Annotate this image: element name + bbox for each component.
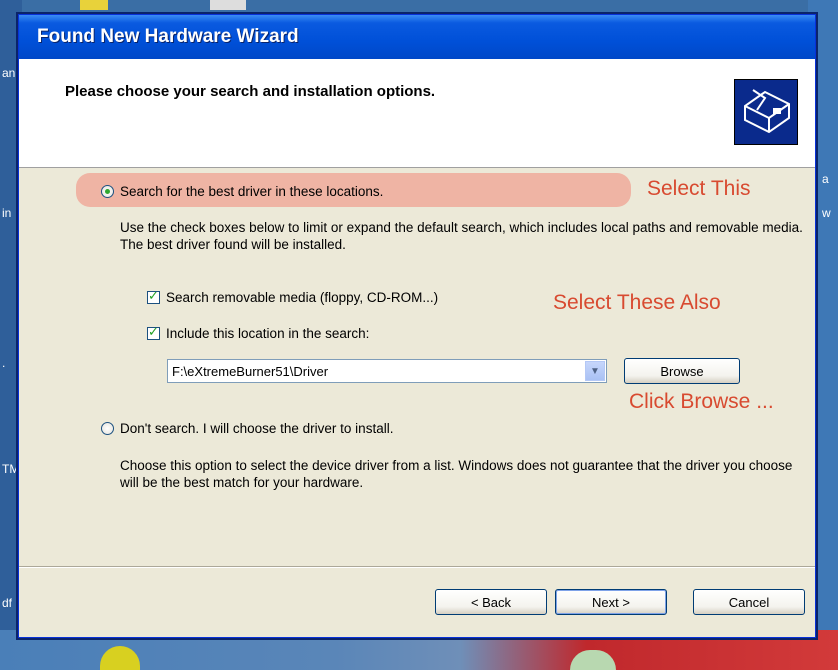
page-title: Please choose your search and installati… [65,83,436,100]
desktop-icon-label: . [2,356,6,370]
location-path-combobox[interactable]: F:\eXtremeBurner51\Driver ▼ [167,359,607,383]
annotation-click-browse: Click Browse ... [629,390,774,413]
search-option[interactable]: Search for the best driver in these loca… [101,184,383,199]
cancel-button[interactable]: Cancel [693,589,805,615]
include-location-checkbox[interactable] [147,325,160,340]
desktop-icon[interactable] [210,0,246,10]
chevron-down-icon[interactable]: ▼ [585,361,605,381]
annotation-select-these-also: Select These Also [553,291,721,314]
dont-search-label: Don't search. I will choose the driver t… [120,421,394,436]
search-description: Use the check boxes below to limit or ex… [120,220,803,252]
desktop-icon-label: w [822,206,831,220]
annotation-select-this: Select This [647,177,751,200]
search-option-label: Search for the best driver in these loca… [120,184,384,199]
removable-media-option[interactable]: Search removable media (floppy, CD-ROM..… [147,289,439,305]
next-button[interactable]: Next > [555,589,667,615]
include-location-label: Include this location in the search: [166,326,370,341]
wizard-window: Found New Hardware Wizard Please choose … [18,14,816,638]
footer-divider [19,566,815,568]
hardware-wizard-icon [734,79,798,145]
wizard-header: Please choose your search and installati… [19,59,815,168]
back-button[interactable]: < Back [435,589,547,615]
window-titlebar[interactable]: Found New Hardware Wizard [19,15,815,59]
desktop-icon-label: in [2,206,12,220]
desktop-icon-label: df [2,596,13,610]
location-path-input[interactable]: F:\eXtremeBurner51\Driver [168,364,585,379]
desktop-icon-label: an [2,66,16,80]
dont-search-radio[interactable] [101,422,114,435]
dont-search-description: Choose this option to select the device … [120,458,793,490]
dont-search-option[interactable]: Don't search. I will choose the driver t… [101,421,393,436]
removable-media-label: Search removable media (floppy, CD-ROM..… [166,290,439,305]
search-radio[interactable] [101,185,114,198]
desktop-icon-label: a [822,172,829,186]
include-location-option[interactable]: Include this location in the search: [147,325,370,341]
window-title: Found New Hardware Wizard [37,26,299,47]
desktop-icon[interactable] [80,0,108,10]
removable-media-checkbox[interactable] [147,289,160,304]
browse-button[interactable]: Browse [624,358,740,384]
desktop-icon-label: TM [2,462,20,476]
